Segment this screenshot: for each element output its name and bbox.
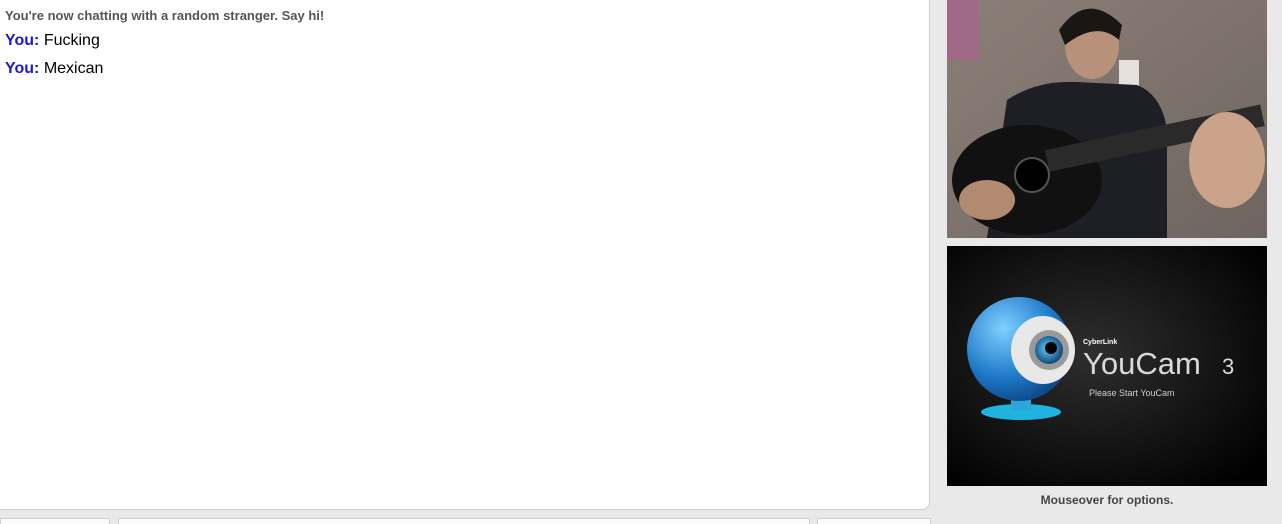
youcam-brand-name: YouCam — [1083, 346, 1201, 381]
stranger-video[interactable] — [947, 0, 1267, 238]
message-text: Fucking — [43, 32, 100, 49]
chat-status: You're now chatting with a random strang… — [5, 8, 325, 23]
send-button[interactable] — [817, 518, 931, 524]
youcam-brand-version: 3 — [1222, 354, 1234, 379]
message-text: Mexican — [43, 60, 104, 77]
chat-message: You: Fucking — [5, 32, 100, 50]
chat-log: You're now chatting with a random strang… — [0, 0, 930, 510]
page-scrollbar[interactable] — [1268, 0, 1282, 523]
video-options-hint: Mouseover for options. — [1040, 493, 1174, 507]
message-sender: You: — [5, 32, 40, 49]
youcam-start-prompt: Please Start YouCam — [1089, 388, 1175, 398]
youcam-brand-small: CyberLink — [1083, 339, 1117, 346]
self-video[interactable]: CyberLink YouCam 3 Please Start YouCam — [947, 246, 1267, 486]
chat-message: You: Mexican — [5, 60, 103, 78]
disconnect-button[interactable] — [0, 518, 110, 524]
message-sender: You: — [5, 60, 40, 77]
message-input[interactable] — [118, 518, 810, 524]
